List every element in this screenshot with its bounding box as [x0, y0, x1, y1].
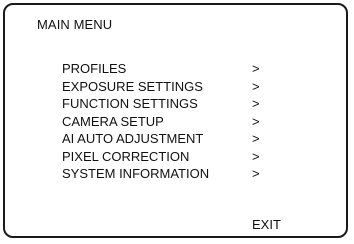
- menu-item-label: EXPOSURE SETTINGS: [62, 78, 203, 94]
- submenu-arrow-icon: >: [252, 131, 260, 146]
- submenu-arrow-icon: >: [252, 78, 260, 94]
- submenu-arrow-icon: >: [252, 148, 260, 164]
- menu-item-label: SYSTEM INFORMATION: [62, 166, 210, 181]
- menu-item-label: PIXEL CORRECTION: [62, 148, 190, 164]
- menu-item-label: CAMERA SETUP: [62, 113, 164, 129]
- menu-item-label: AI AUTO ADJUSTMENT: [62, 131, 204, 146]
- submenu-arrow-icon: >: [252, 113, 260, 129]
- menu-item-system-information[interactable]: SYSTEM INFORMATION >: [62, 166, 282, 184]
- submenu-arrow-icon: >: [252, 166, 260, 181]
- exit-button[interactable]: EXIT: [252, 217, 281, 233]
- menu-list: PROFILES > EXPOSURE SETTINGS > FUNCTION …: [62, 61, 282, 184]
- menu-item-ai-auto-adjustment[interactable]: AI AUTO ADJUSTMENT >: [62, 131, 282, 149]
- menu-title: MAIN MENU: [37, 17, 113, 32]
- submenu-arrow-icon: >: [252, 61, 260, 76]
- submenu-arrow-icon: >: [252, 96, 260, 111]
- menu-item-label: PROFILES: [62, 61, 127, 76]
- menu-item-pixel-correction[interactable]: PIXEL CORRECTION >: [62, 149, 282, 167]
- menu-item-profiles[interactable]: PROFILES >: [62, 61, 282, 79]
- menu-item-camera-setup[interactable]: CAMERA SETUP >: [62, 114, 282, 132]
- main-menu-panel: MAIN MENU PROFILES > EXPOSURE SETTINGS >…: [3, 3, 348, 238]
- menu-item-exposure-settings[interactable]: EXPOSURE SETTINGS >: [62, 79, 282, 97]
- menu-item-label: FUNCTION SETTINGS: [62, 96, 198, 111]
- menu-item-function-settings[interactable]: FUNCTION SETTINGS >: [62, 96, 282, 114]
